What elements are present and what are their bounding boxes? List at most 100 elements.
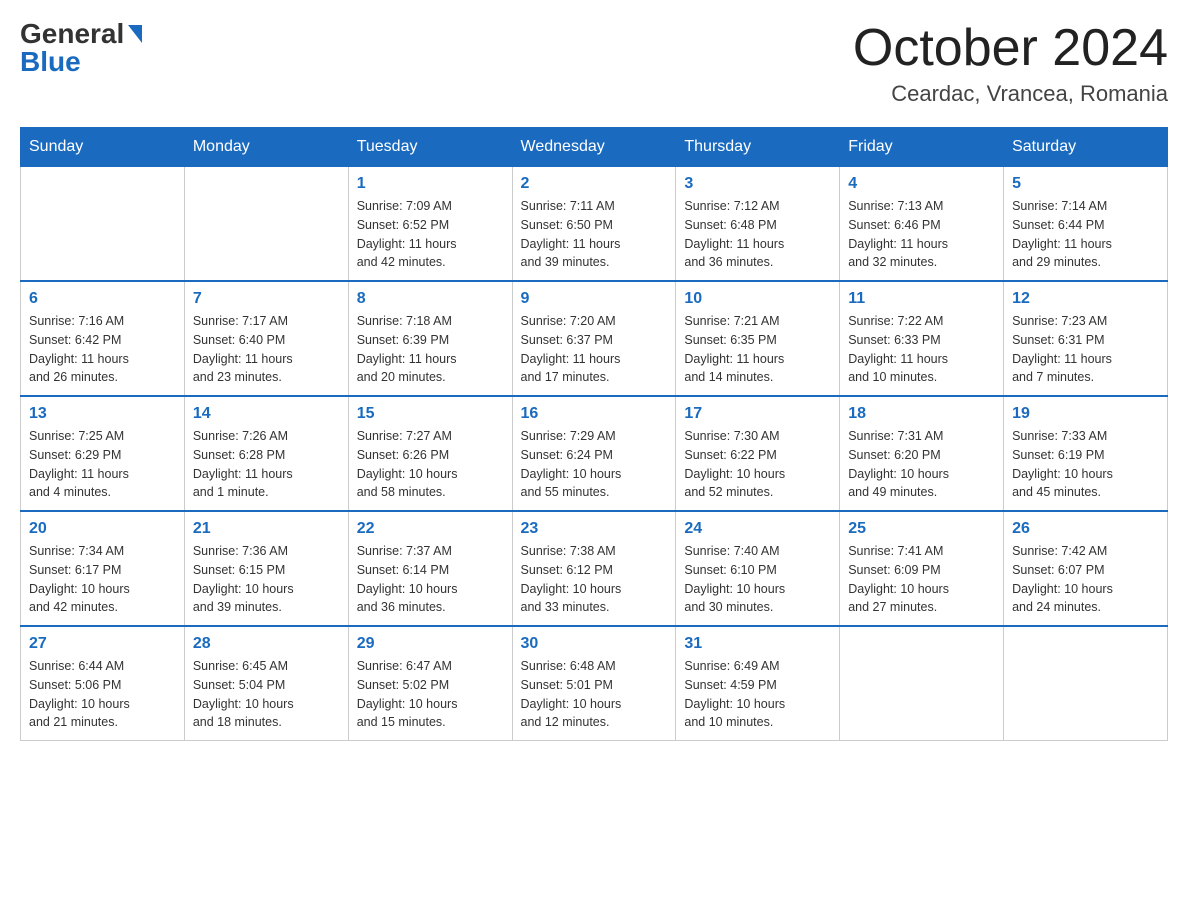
day-info: Sunrise: 7:33 AM Sunset: 6:19 PM Dayligh… bbox=[1012, 427, 1159, 502]
calendar-cell: 18Sunrise: 7:31 AM Sunset: 6:20 PM Dayli… bbox=[840, 396, 1004, 511]
day-number: 4 bbox=[848, 175, 995, 193]
day-info: Sunrise: 7:41 AM Sunset: 6:09 PM Dayligh… bbox=[848, 542, 995, 617]
page-header: General Blue October 2024 Ceardac, Vranc… bbox=[20, 20, 1168, 107]
title-block: October 2024 Ceardac, Vrancea, Romania bbox=[853, 20, 1168, 107]
day-number: 7 bbox=[193, 290, 340, 308]
calendar-cell: 27Sunrise: 6:44 AM Sunset: 5:06 PM Dayli… bbox=[21, 626, 185, 741]
calendar-day-header: Wednesday bbox=[512, 128, 676, 167]
day-number: 11 bbox=[848, 290, 995, 308]
calendar-cell: 1 Sunrise: 7:09 AM Sunset: 6:52 PM Daylig… bbox=[348, 167, 512, 282]
day-info: Sunrise: 7:34 AM Sunset: 6:17 PM Dayligh… bbox=[29, 542, 176, 617]
day-info: Sunrise: 7:42 AM Sunset: 6:07 PM Dayligh… bbox=[1012, 542, 1159, 617]
day-info: Sunrise: 6:47 AM Sunset: 5:02 PM Dayligh… bbox=[357, 657, 504, 732]
day-number: 5 bbox=[1012, 175, 1159, 193]
day-info: Sunrise: 6:45 AM Sunset: 5:04 PM Dayligh… bbox=[193, 657, 340, 732]
day-number: 9 bbox=[521, 290, 668, 308]
day-info: Sunrise: 7:16 AM Sunset: 6:42 PM Dayligh… bbox=[29, 312, 176, 387]
day-info: Sunrise: 7:21 AM Sunset: 6:35 PM Dayligh… bbox=[684, 312, 831, 387]
calendar-cell: 30 Sunrise: 6:48 AM Sunset: 5:01 PM Dayli… bbox=[512, 626, 676, 741]
day-number: 2 bbox=[521, 175, 668, 193]
calendar-cell: 19 Sunrise: 7:33 AM Sunset: 6:19 PM Dayli… bbox=[1004, 396, 1168, 511]
location-subtitle: Ceardac, Vrancea, Romania bbox=[853, 81, 1168, 107]
day-info: Sunrise: 7:22 AM Sunset: 6:33 PM Dayligh… bbox=[848, 312, 995, 387]
logo-general-text: General bbox=[20, 20, 124, 48]
day-info: Sunrise: 7:40 AM Sunset: 6:10 PM Dayligh… bbox=[684, 542, 831, 617]
logo: General Blue bbox=[20, 20, 142, 76]
day-info: Sunrise: 6:49 AM Sunset: 4:59 PM Dayligh… bbox=[684, 657, 831, 732]
calendar-cell bbox=[21, 167, 185, 282]
day-info: Sunrise: 7:26 AM Sunset: 6:28 PM Dayligh… bbox=[193, 427, 340, 502]
calendar-cell: 4 Sunrise: 7:13 AM Sunset: 6:46 PM Daylig… bbox=[840, 167, 1004, 282]
day-number: 28 bbox=[193, 635, 340, 653]
day-number: 21 bbox=[193, 520, 340, 538]
calendar-cell: 26 Sunrise: 7:42 AM Sunset: 6:07 PM Dayli… bbox=[1004, 511, 1168, 626]
day-number: 15 bbox=[357, 405, 504, 423]
calendar-cell: 9Sunrise: 7:20 AM Sunset: 6:37 PM Daylig… bbox=[512, 281, 676, 396]
day-number: 29 bbox=[357, 635, 504, 653]
calendar-cell: 17 Sunrise: 7:30 AM Sunset: 6:22 PM Dayli… bbox=[676, 396, 840, 511]
calendar-day-header: Friday bbox=[840, 128, 1004, 167]
calendar-day-header: Thursday bbox=[676, 128, 840, 167]
calendar-day-header: Monday bbox=[184, 128, 348, 167]
day-number: 23 bbox=[521, 520, 668, 538]
calendar-cell: 7 Sunrise: 7:17 AM Sunset: 6:40 PM Daylig… bbox=[184, 281, 348, 396]
day-number: 17 bbox=[684, 405, 831, 423]
calendar-cell: 6 Sunrise: 7:16 AM Sunset: 6:42 PM Daylig… bbox=[21, 281, 185, 396]
day-info: Sunrise: 7:17 AM Sunset: 6:40 PM Dayligh… bbox=[193, 312, 340, 387]
day-info: Sunrise: 7:29 AM Sunset: 6:24 PM Dayligh… bbox=[521, 427, 668, 502]
calendar-cell: 16Sunrise: 7:29 AM Sunset: 6:24 PM Dayli… bbox=[512, 396, 676, 511]
calendar-cell: 28 Sunrise: 6:45 AM Sunset: 5:04 PM Dayli… bbox=[184, 626, 348, 741]
day-number: 19 bbox=[1012, 405, 1159, 423]
day-info: Sunrise: 7:30 AM Sunset: 6:22 PM Dayligh… bbox=[684, 427, 831, 502]
calendar-week-row: 13 Sunrise: 7:25 AM Sunset: 6:29 PM Dayli… bbox=[21, 396, 1168, 511]
day-number: 22 bbox=[357, 520, 504, 538]
day-number: 30 bbox=[521, 635, 668, 653]
calendar-cell: 21Sunrise: 7:36 AM Sunset: 6:15 PM Dayli… bbox=[184, 511, 348, 626]
day-number: 1 bbox=[357, 175, 504, 193]
day-number: 6 bbox=[29, 290, 176, 308]
day-info: Sunrise: 7:12 AM Sunset: 6:48 PM Dayligh… bbox=[684, 197, 831, 272]
day-info: Sunrise: 7:11 AM Sunset: 6:50 PM Dayligh… bbox=[521, 197, 668, 272]
day-number: 24 bbox=[684, 520, 831, 538]
day-info: Sunrise: 7:25 AM Sunset: 6:29 PM Dayligh… bbox=[29, 427, 176, 502]
calendar-week-row: 27Sunrise: 6:44 AM Sunset: 5:06 PM Dayli… bbox=[21, 626, 1168, 741]
day-number: 8 bbox=[357, 290, 504, 308]
day-info: Sunrise: 7:09 AM Sunset: 6:52 PM Dayligh… bbox=[357, 197, 504, 272]
logo-triangle-icon bbox=[128, 25, 142, 43]
day-number: 14 bbox=[193, 405, 340, 423]
calendar-cell bbox=[840, 626, 1004, 741]
day-number: 18 bbox=[848, 405, 995, 423]
calendar-cell: 29 Sunrise: 6:47 AM Sunset: 5:02 PM Dayli… bbox=[348, 626, 512, 741]
day-info: Sunrise: 7:14 AM Sunset: 6:44 PM Dayligh… bbox=[1012, 197, 1159, 272]
day-number: 25 bbox=[848, 520, 995, 538]
calendar-cell: 12Sunrise: 7:23 AM Sunset: 6:31 PM Dayli… bbox=[1004, 281, 1168, 396]
calendar-cell: 5 Sunrise: 7:14 AM Sunset: 6:44 PM Daylig… bbox=[1004, 167, 1168, 282]
calendar-day-header: Tuesday bbox=[348, 128, 512, 167]
calendar-cell: 10Sunrise: 7:21 AM Sunset: 6:35 PM Dayli… bbox=[676, 281, 840, 396]
calendar-cell: 25 Sunrise: 7:41 AM Sunset: 6:09 PM Dayli… bbox=[840, 511, 1004, 626]
calendar-week-row: 6 Sunrise: 7:16 AM Sunset: 6:42 PM Daylig… bbox=[21, 281, 1168, 396]
day-info: Sunrise: 7:38 AM Sunset: 6:12 PM Dayligh… bbox=[521, 542, 668, 617]
day-number: 12 bbox=[1012, 290, 1159, 308]
calendar-cell: 31Sunrise: 6:49 AM Sunset: 4:59 PM Dayli… bbox=[676, 626, 840, 741]
calendar-cell: 11 Sunrise: 7:22 AM Sunset: 6:33 PM Dayli… bbox=[840, 281, 1004, 396]
calendar-cell: 23 Sunrise: 7:38 AM Sunset: 6:12 PM Dayli… bbox=[512, 511, 676, 626]
day-number: 26 bbox=[1012, 520, 1159, 538]
day-info: Sunrise: 7:27 AM Sunset: 6:26 PM Dayligh… bbox=[357, 427, 504, 502]
day-info: Sunrise: 7:13 AM Sunset: 6:46 PM Dayligh… bbox=[848, 197, 995, 272]
calendar-cell: 13 Sunrise: 7:25 AM Sunset: 6:29 PM Dayli… bbox=[21, 396, 185, 511]
calendar-cell: 8Sunrise: 7:18 AM Sunset: 6:39 PM Daylig… bbox=[348, 281, 512, 396]
day-info: Sunrise: 6:48 AM Sunset: 5:01 PM Dayligh… bbox=[521, 657, 668, 732]
calendar-cell: 3 Sunrise: 7:12 AM Sunset: 6:48 PM Daylig… bbox=[676, 167, 840, 282]
day-number: 3 bbox=[684, 175, 831, 193]
calendar-table: SundayMondayTuesdayWednesdayThursdayFrid… bbox=[20, 127, 1168, 741]
day-number: 20 bbox=[29, 520, 176, 538]
calendar-cell bbox=[1004, 626, 1168, 741]
calendar-day-header: Saturday bbox=[1004, 128, 1168, 167]
calendar-cell bbox=[184, 167, 348, 282]
day-info: Sunrise: 7:37 AM Sunset: 6:14 PM Dayligh… bbox=[357, 542, 504, 617]
calendar-cell: 2 Sunrise: 7:11 AM Sunset: 6:50 PM Daylig… bbox=[512, 167, 676, 282]
calendar-header-row: SundayMondayTuesdayWednesdayThursdayFrid… bbox=[21, 128, 1168, 167]
day-number: 13 bbox=[29, 405, 176, 423]
calendar-cell: 15 Sunrise: 7:27 AM Sunset: 6:26 PM Dayli… bbox=[348, 396, 512, 511]
